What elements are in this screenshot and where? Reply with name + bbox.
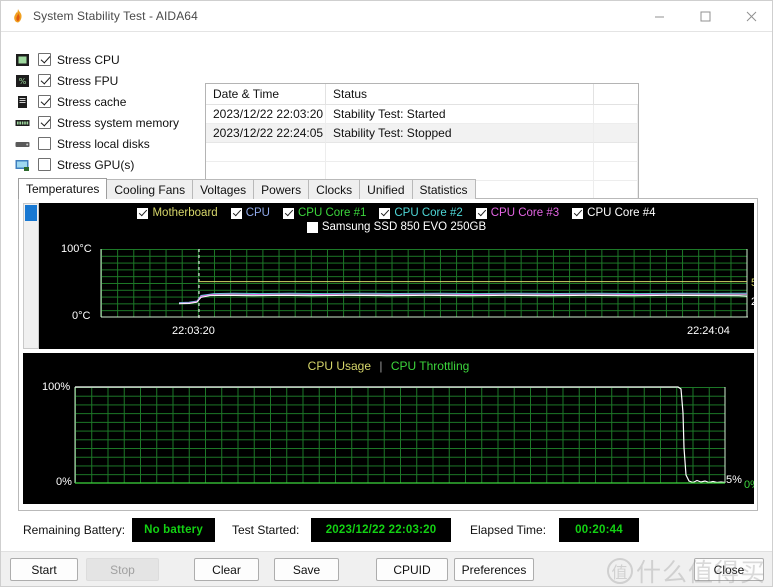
tab-unified[interactable]: Unified — [359, 179, 413, 199]
cell-datetime — [206, 143, 326, 162]
table-row[interactable]: 2023/12/22 22:24:05 Stability Test: Stop… — [206, 124, 638, 143]
cell-extra — [594, 143, 638, 162]
minimize-button[interactable] — [636, 1, 682, 31]
stress-option-label: Stress cache — [57, 94, 127, 109]
tab-clocks[interactable]: Clocks — [308, 179, 361, 199]
stress-fpu-checkbox[interactable] — [38, 74, 51, 87]
window-controls — [636, 1, 772, 31]
stress-gpu-checkbox[interactable] — [38, 158, 51, 171]
stress-option-memory[interactable]: Stress system memory — [14, 113, 199, 132]
tab-statistics[interactable]: Statistics — [411, 179, 476, 199]
cache-icon — [14, 94, 30, 110]
svg-text:%: % — [18, 77, 26, 86]
cell-status — [326, 143, 594, 162]
disk-icon — [14, 136, 30, 152]
preferences-button[interactable]: Preferences — [454, 558, 534, 581]
button-bar: Start Stop Clear Save CPUID Preferences … — [1, 551, 772, 586]
tab-powers[interactable]: Powers — [253, 179, 310, 199]
start-button[interactable]: Start — [10, 558, 78, 581]
cpu-usage-traces — [74, 386, 726, 484]
stress-option-cpu[interactable]: Stress CPU — [14, 50, 199, 69]
scrollbar-thumb[interactable] — [25, 205, 37, 221]
table-header-row: Date & Time Status — [206, 84, 638, 105]
tab-voltages[interactable]: Voltages — [192, 179, 255, 199]
column-header-datetime[interactable]: Date & Time — [206, 84, 326, 105]
cpuid-button[interactable]: CPUID — [376, 558, 448, 581]
tab-page-temperatures: Motherboard CPU CPU Core #1 CPU Core #2 … — [18, 198, 758, 511]
stop-button: Stop — [86, 558, 159, 581]
sensor-list-scrollbar[interactable] — [23, 203, 39, 349]
cell-datetime: 2023/12/22 22:03:20 — [206, 105, 326, 124]
test-started-label: Test Started: — [232, 523, 300, 537]
chart-tabs: Temperatures Cooling Fans Voltages Power… — [18, 178, 758, 199]
upper-panel: Stress CPU % Stress FPU Stress cache Str… — [1, 31, 772, 199]
cpu-usage-chart-panel: CPU Usage | CPU Throttling 100% 0% 5% 0% — [23, 353, 754, 504]
cell-extra — [594, 124, 638, 143]
stress-disks-checkbox[interactable] — [38, 137, 51, 150]
elapsed-time-label: Elapsed Time: — [470, 523, 547, 537]
table-row[interactable]: 2023/12/22 22:03:20 Stability Test: Star… — [206, 105, 638, 124]
flame-icon — [10, 8, 26, 24]
stress-option-cache[interactable]: Stress cache — [14, 92, 199, 111]
stress-options-list: Stress CPU % Stress FPU Stress cache Str… — [14, 50, 199, 176]
close-button[interactable]: Close — [694, 558, 764, 581]
maximize-button[interactable] — [682, 1, 728, 31]
remaining-battery-value: No battery — [132, 518, 215, 542]
cpu-icon — [14, 52, 30, 68]
gpu-monitor-icon — [14, 157, 30, 173]
cell-extra — [594, 105, 638, 124]
stress-option-label: Stress GPU(s) — [57, 157, 135, 172]
aida64-stability-window: System Stability Test - AIDA64 Stress CP… — [0, 0, 773, 587]
cell-status: Stability Test: Started — [326, 105, 594, 124]
stress-cache-checkbox[interactable] — [38, 95, 51, 108]
temperatures-chart: Motherboard CPU CPU Core #1 CPU Core #2 … — [39, 203, 754, 349]
save-button[interactable]: Save — [274, 558, 339, 581]
stress-option-label: Stress FPU — [57, 73, 119, 88]
tab-temperatures[interactable]: Temperatures — [18, 178, 108, 199]
status-row: Remaining Battery: No battery Test Start… — [1, 513, 772, 551]
column-header-extra[interactable] — [594, 84, 638, 105]
stress-option-label: Stress system memory — [57, 115, 180, 130]
stress-option-fpu[interactable]: % Stress FPU — [14, 71, 199, 90]
stress-memory-checkbox[interactable] — [38, 116, 51, 129]
clear-button[interactable]: Clear — [194, 558, 259, 581]
stress-option-gpu[interactable]: Stress GPU(s) — [14, 155, 199, 174]
elapsed-time-value: 00:20:44 — [559, 518, 639, 542]
remaining-battery-label: Remaining Battery: — [23, 523, 126, 537]
stress-option-disks[interactable]: Stress local disks — [14, 134, 199, 153]
window-title: System Stability Test - AIDA64 — [33, 9, 198, 23]
tab-cooling-fans[interactable]: Cooling Fans — [106, 179, 194, 199]
temperature-traces — [100, 249, 748, 321]
stress-cpu-checkbox[interactable] — [38, 53, 51, 66]
test-started-value: 2023/12/22 22:03:20 — [311, 518, 451, 542]
table-row[interactable] — [206, 143, 638, 162]
stress-option-label: Stress local disks — [57, 136, 150, 151]
column-header-status[interactable]: Status — [326, 84, 594, 105]
cell-status: Stability Test: Stopped — [326, 124, 594, 143]
fpu-percent-icon: % — [14, 73, 30, 89]
close-icon[interactable] — [728, 1, 772, 31]
memory-icon — [14, 115, 30, 131]
stress-option-label: Stress CPU — [57, 52, 120, 67]
title-bar: System Stability Test - AIDA64 — [1, 1, 772, 31]
temperatures-chart-panel: Motherboard CPU CPU Core #1 CPU Core #2 … — [23, 203, 754, 349]
cell-datetime: 2023/12/22 22:24:05 — [206, 124, 326, 143]
